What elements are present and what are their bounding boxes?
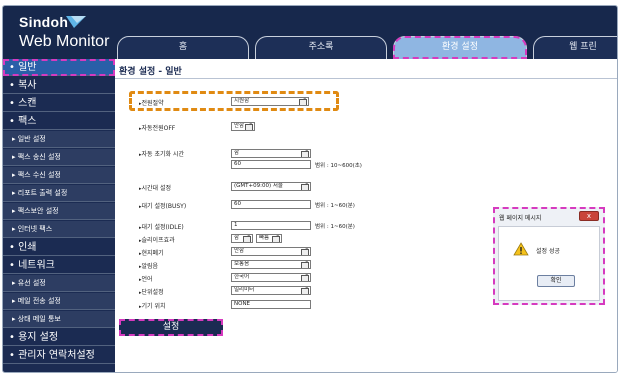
close-icon[interactable]: x [579, 211, 599, 221]
sidebar-item-fax-receive[interactable]: ▸ 팩스 수신 설정 [3, 167, 115, 184]
chevron-down-icon: ▾ [305, 149, 308, 155]
sidebar-item-internet-fax[interactable]: ▸ 인터넷 팩스 [3, 221, 115, 238]
dialog-body: 설정 성공 확인 [498, 226, 600, 301]
sidebar-item-copy[interactable]: • 복사 [3, 77, 115, 94]
auto-reset-hint: 범위 : 10~600(초) [315, 163, 362, 169]
sleep-speed-select[interactable]: 빠름 ▾ [256, 234, 282, 243]
unit-label: 단위설정 [139, 287, 164, 296]
toner-save-label: 현지폐기 [139, 248, 164, 257]
auto-power-off-select[interactable]: 안함 ▾ [231, 122, 255, 131]
sidebar-item-general[interactable]: • 일반 [3, 59, 115, 76]
logo-mark-icon [66, 16, 86, 28]
sidebar-item-wired[interactable]: ▸ 유선 설정 [3, 275, 115, 292]
chevron-down-icon: ▾ [305, 273, 308, 279]
message-dialog: 웹 페이지 메시지 x 설정 성공 확인 [493, 207, 605, 305]
alarm-label: 알림음 [139, 261, 159, 270]
sidebar-item-admin-contact[interactable]: • 관리자 연락처설정 [3, 347, 115, 364]
power-saving-select[interactable]: 지원함 ▾ [231, 97, 309, 106]
dialog-title: 웹 페이지 메시지 [499, 215, 542, 222]
toner-save-select[interactable]: 안함 ▾ [231, 247, 311, 256]
chevron-down-icon: ▾ [303, 97, 306, 103]
auto-power-off-label: 자동전원OFF [139, 123, 176, 132]
browser-frame: Sindoh Web Monitor 홈 주소록 환경 설정 웹 프린 • 일반… [2, 5, 618, 373]
auto-reset-select[interactable]: 함 ▾ [231, 149, 311, 158]
wait-busy-hint: 범위 : 1~60(분) [315, 203, 355, 209]
warning-icon [513, 242, 529, 256]
alarm-select[interactable]: 보통음 ▾ [231, 260, 311, 269]
product-name: Web Monitor [19, 33, 110, 50]
sidebar-item-fax[interactable]: • 팩스 [3, 113, 115, 130]
sidebar-item-mail-send[interactable]: ▸ 메일 전송 설정 [3, 293, 115, 310]
chevron-down-icon: ▾ [247, 234, 250, 240]
wait-idle-hint: 범위 : 1~60(분) [315, 224, 355, 230]
save-button[interactable]: 설정 [119, 319, 223, 336]
chevron-down-icon: ▾ [305, 260, 308, 266]
tab-settings[interactable]: 환경 설정 [393, 36, 527, 59]
auto-reset-label: 자동 초기화 시간 [139, 149, 184, 158]
sidebar-item-print[interactable]: • 인쇄 [3, 239, 115, 256]
wait-busy-label: 대기 설정(BUSY) [139, 201, 187, 210]
tab-web-print[interactable]: 웹 프린 [533, 36, 617, 59]
sidebar-item-fax-security[interactable]: ▸ 팩스보안 설정 [3, 203, 115, 220]
chevron-down-icon: ▾ [249, 122, 252, 128]
location-label: 기기 위치 [139, 301, 166, 310]
language-select[interactable]: 한국어 ▾ [231, 273, 311, 282]
wait-idle-label: 대기 설정(IDLE) [139, 222, 184, 231]
page-title: 환경 설정 - 일반 [119, 67, 182, 77]
sidebar-item-scan[interactable]: • 스캔 [3, 95, 115, 112]
sleep-effect-label: 슬리이프효과 [139, 235, 175, 244]
sidebar-item-paper[interactable]: • 용지 설정 [3, 329, 115, 346]
wait-idle-input[interactable]: 1 [231, 221, 311, 230]
auto-reset-input[interactable]: 60 [231, 160, 311, 169]
sidebar-item-fax-general[interactable]: ▸ 일반 설정 [3, 131, 115, 148]
sleep-effect-select[interactable]: 함 ▾ [231, 234, 253, 243]
main-panel: 환경 설정 - 일반 전원절약 지원함▾ 자동전원OFF 안함▾ 자동 초기화 … [115, 59, 617, 372]
tab-home[interactable]: 홈 [117, 36, 249, 59]
dialog-message: 설정 성공 [536, 248, 560, 255]
sidebar-item-status-mail[interactable]: ▸ 상태 메일 통보 [3, 311, 115, 328]
chevron-down-icon: ▾ [276, 234, 279, 240]
brand-logo: Sindoh [19, 14, 69, 30]
ok-button[interactable]: 확인 [537, 275, 575, 287]
power-saving-label: 전원절약 [139, 98, 164, 107]
timezone-select[interactable]: (GMT+09:00) 서울 ▾ [231, 182, 311, 191]
sidebar: • 일반 • 복사 • 스캔 • 팩스 ▸ 일반 설정 ▸ 팩스 송신 설정 ▸… [3, 59, 115, 372]
chevron-down-icon: ▾ [305, 247, 308, 253]
unit-select[interactable]: 밀리미터 ▾ [231, 286, 311, 295]
chevron-down-icon: ▾ [305, 286, 308, 292]
location-input[interactable]: NONE [231, 300, 311, 309]
timezone-label: 시간대 설정 [139, 183, 172, 192]
chevron-down-icon: ▾ [305, 182, 308, 188]
sidebar-item-fax-send[interactable]: ▸ 팩스 송신 설정 [3, 149, 115, 166]
title-divider [115, 78, 617, 79]
wait-busy-input[interactable]: 60 [231, 200, 311, 209]
header-bar: Sindoh Web Monitor 홈 주소록 환경 설정 웹 프린 [3, 6, 617, 59]
language-label: 언어 [139, 274, 153, 283]
tab-address-book[interactable]: 주소록 [255, 36, 387, 59]
sidebar-item-report-print[interactable]: ▸ 리포트 출력 설정 [3, 185, 115, 202]
sidebar-item-network[interactable]: • 네트워크 [3, 257, 115, 274]
